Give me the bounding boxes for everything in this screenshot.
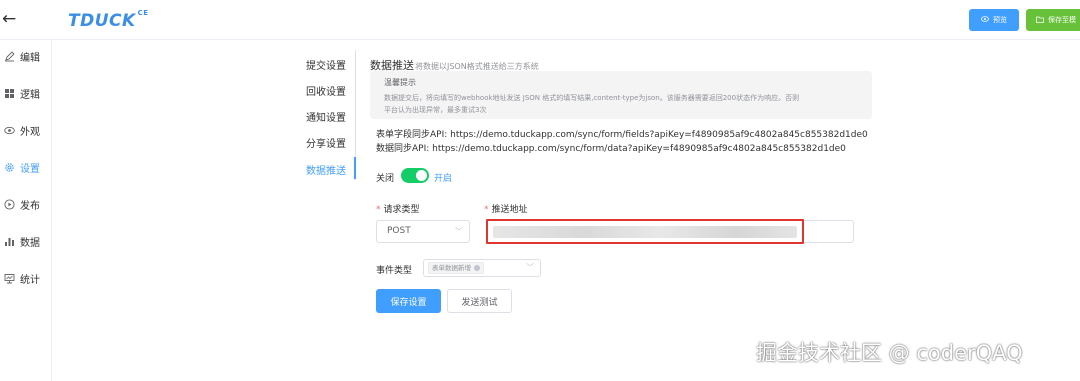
sidebar-item-appearance[interactable]: 外观	[4, 122, 40, 138]
sidebar-item-label: 编辑	[20, 52, 40, 64]
settings-nav: 提交设置 回收设置 通知设置 分享设置 数据推送	[300, 50, 356, 180]
sidebar-item-label: 发布	[20, 200, 40, 212]
save-template-button[interactable]: 保存至模	[1026, 9, 1080, 31]
sidebar-item-label: 数据	[20, 237, 40, 249]
sidebar-item-edit[interactable]: 编辑	[4, 48, 40, 64]
top-bar: ← TDUCK CE 预览 保存至模	[0, 0, 1080, 40]
switch-knob	[416, 170, 427, 181]
save-settings-button[interactable]: 保存设置	[376, 289, 441, 313]
close-icon[interactable]	[474, 265, 480, 271]
sidebar-item-stats[interactable]: 统计	[4, 270, 40, 286]
gear-icon	[4, 162, 15, 173]
push-enabled-switch[interactable]	[401, 168, 429, 183]
request-type-label: * 请求类型	[376, 205, 420, 215]
monitor-icon	[4, 273, 15, 284]
preview-label: 预览	[993, 16, 1007, 24]
folder-icon	[1036, 16, 1044, 25]
arrow-left-icon[interactable]: ←	[2, 9, 18, 29]
sidebar-item-data[interactable]: 数据	[4, 233, 40, 249]
tip-alert: 温馨提示 数据提交后，将向填写的webhook地址发送 JSON 格式的填写结果…	[370, 71, 872, 119]
page-subtitle: 将数据以JSON格式推送给三方系统	[415, 62, 539, 71]
bar-chart-icon	[4, 236, 15, 247]
play-icon	[4, 198, 15, 210]
send-test-button[interactable]: 发送测试	[447, 289, 512, 313]
chevron-down-icon: ﹀	[455, 227, 463, 236]
api-data-url: 数据同步API: https://demo.tduckapp.com/sync/…	[376, 144, 846, 154]
logo: TDUCK CE	[68, 9, 149, 31]
sidebar-item-label: 设置	[20, 163, 40, 175]
preview-button[interactable]: 预览	[969, 9, 1019, 31]
save-template-label: 保存至模	[1048, 16, 1076, 24]
grid-icon	[4, 88, 15, 99]
sidebar-item-label: 外观	[20, 126, 40, 138]
tip-text-line: 平台认为出现异常，最多重试3次	[384, 106, 487, 114]
tab-data-push[interactable]: 数据推送	[306, 162, 346, 177]
tip-text-line: 数据提交后，将向填写的webhook地址发送 JSON 格式的填写结果,cont…	[384, 94, 800, 102]
sidebar-item-settings[interactable]: 设置	[4, 159, 40, 175]
eye-icon	[981, 16, 989, 24]
eye-icon	[4, 125, 15, 136]
tab-notify-settings[interactable]: 通知设置	[306, 109, 346, 124]
switch-on-label: 开启	[434, 174, 453, 184]
logo-text: TDUCK	[68, 11, 136, 31]
logo-sup: CE	[137, 9, 149, 18]
event-tag-text: 表单数据新增	[432, 263, 471, 272]
push-url-label: * 推送地址	[484, 205, 528, 215]
tab-recycle-settings[interactable]: 回收设置	[306, 83, 346, 98]
left-sidebar: 编辑 逻辑 外观 设置 发布 数据 统计	[0, 40, 52, 381]
chevron-down-icon: ﹀	[526, 263, 534, 272]
active-tab-indicator	[354, 157, 356, 179]
tab-share-settings[interactable]: 分享设置	[306, 135, 346, 150]
switch-off-label: 关闭	[376, 174, 395, 184]
request-type-value: POST	[387, 226, 411, 236]
request-type-label-text: 请求类型	[383, 205, 420, 215]
event-tag: 表单数据新增	[428, 262, 484, 274]
sidebar-item-publish[interactable]: 发布	[4, 196, 40, 212]
push-url-label-text: 推送地址	[491, 205, 528, 215]
sidebar-item-label: 统计	[20, 274, 40, 286]
tab-submit-settings[interactable]: 提交设置	[306, 57, 346, 72]
edit-icon	[4, 50, 15, 62]
request-type-select[interactable]: POST ﹀	[376, 220, 470, 243]
tip-title: 温馨提示	[384, 78, 416, 87]
watermark: 掘金技术社区 @ coderQAQ	[756, 341, 1023, 365]
sidebar-item-logic[interactable]: 逻辑	[4, 85, 40, 101]
highlight-box	[486, 219, 804, 244]
sidebar-item-label: 逻辑	[20, 89, 40, 101]
api-fields-url: 表单字段同步API: https://demo.tduckapp.com/syn…	[376, 130, 868, 140]
event-type-select[interactable]: 表单数据新增 ﹀	[423, 259, 541, 277]
event-type-label: 事件类型	[376, 266, 413, 276]
